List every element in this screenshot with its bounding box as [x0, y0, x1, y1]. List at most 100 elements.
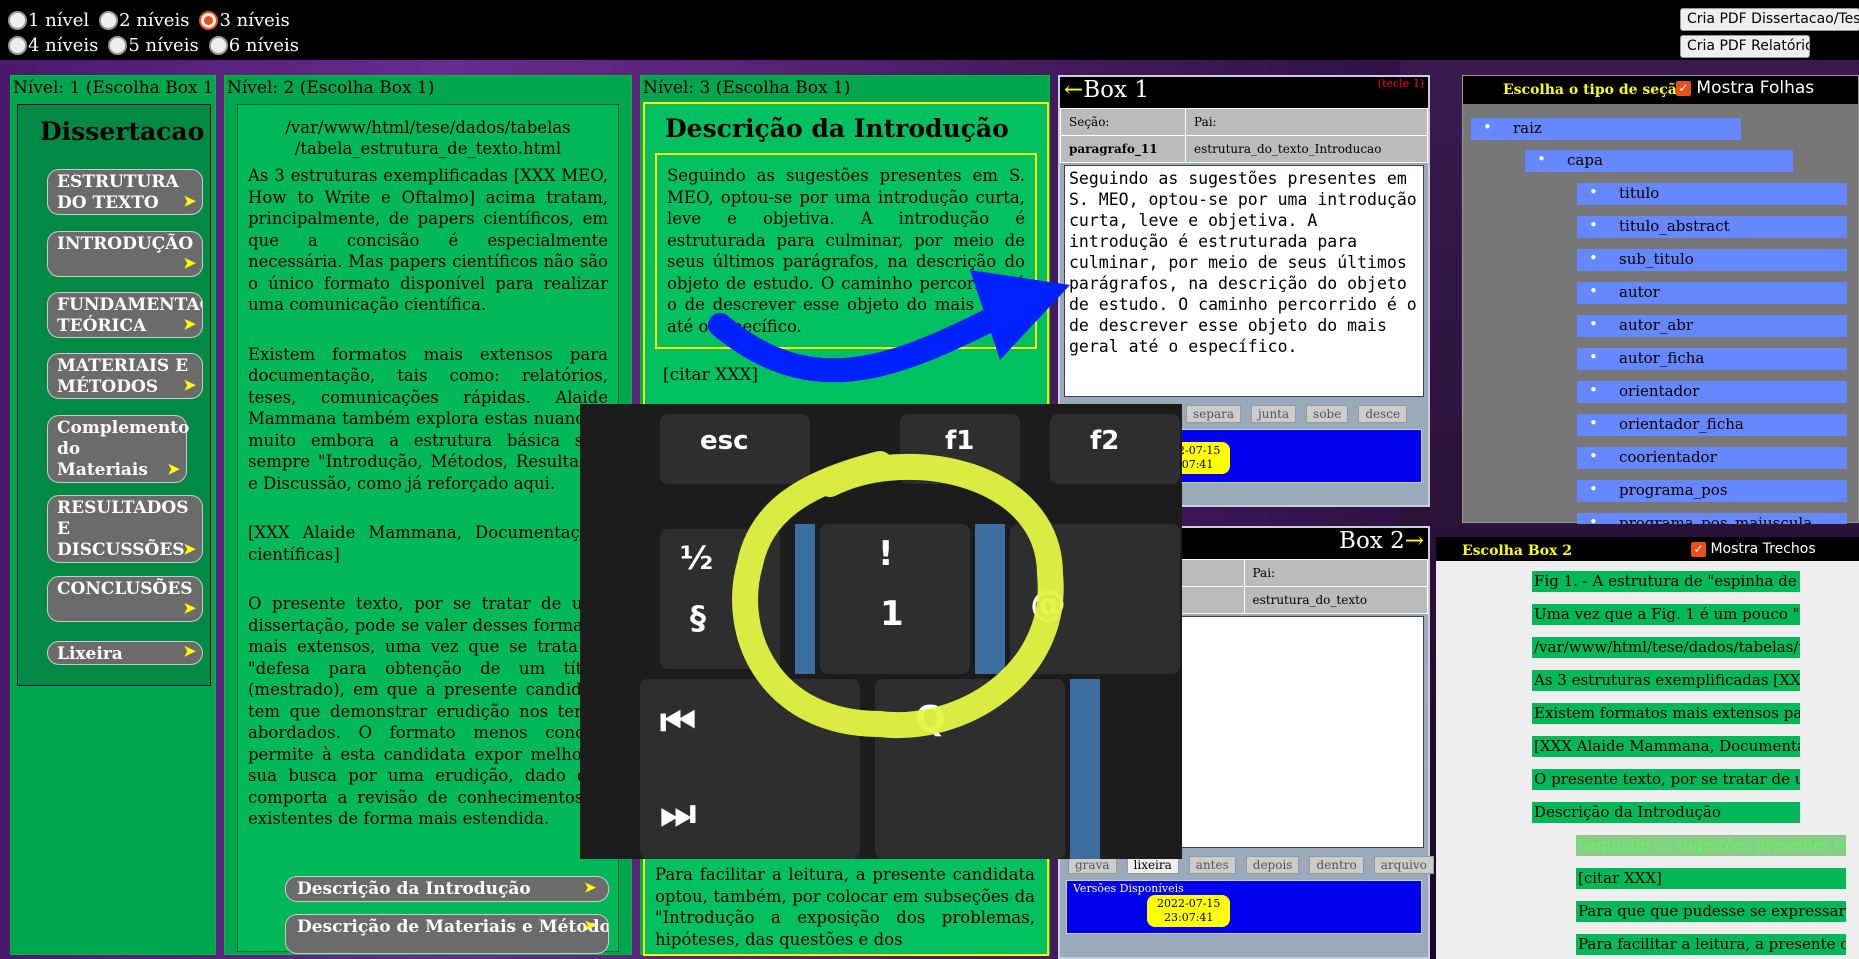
- tree-header: Escolha o tipo de seção: ✓ Mostra Folhas: [1463, 76, 1858, 104]
- paragraph[interactable]: Existem formatos mais extensos para docu…: [248, 344, 608, 495]
- create-pdf-report-button[interactable]: Cria PDF Relatório: [1680, 35, 1810, 58]
- sub-item-descricao-introducao[interactable]: Descrição da Introdução ➤: [285, 876, 609, 902]
- nav-complemento-materiais[interactable]: Complemento do Materiais ➤: [47, 415, 189, 483]
- arrow-right-icon: ➤: [584, 918, 596, 934]
- sub-item-descricao-materiais[interactable]: Descrição de Materiais e Métodos ➤: [285, 914, 609, 954]
- nav-resultados-discussoes[interactable]: RESULTADOS E DISCUSSÕES ➤: [47, 495, 203, 563]
- depois-button[interactable]: depois: [1245, 856, 1300, 874]
- create-pdf-thesis-button[interactable]: Cria PDF Dissertacao/Tese: [1680, 8, 1859, 31]
- list-item[interactable]: O presente texto, por se tratar de uma d…: [1532, 769, 1800, 790]
- nav-introducao[interactable]: INTRODUÇÃO ➤: [47, 231, 203, 277]
- nav-estrutura-do-texto[interactable]: ESTRUTURA DO TEXTO ➤: [47, 169, 203, 215]
- arrow-right-icon: ➤: [167, 460, 180, 478]
- tree-node[interactable]: orientador: [1577, 381, 1847, 403]
- tree-node[interactable]: autor_ficha: [1577, 348, 1847, 370]
- box-2-selector: Escolha Box 2 ✓ Mostra Trechos Fig 1. - …: [1436, 537, 1859, 959]
- highlight-circle-annotation: [732, 451, 1064, 739]
- keyboard-photo: esc f1 f2 ½ § ! 1 @ ⏮ ⏭ Q: [580, 404, 1182, 859]
- separa-button[interactable]: separa: [1186, 405, 1241, 423]
- paragraph[interactable]: [XXX Alaide Mammana, Documentações cient…: [248, 522, 608, 565]
- nav-materiais-e-metodos[interactable]: MATERIAIS E MÉTODOS ➤: [47, 353, 203, 399]
- list-item[interactable]: [XXX Alaide Mammana, Documentações: [1532, 736, 1800, 757]
- tree-node-capa[interactable]: capa: [1525, 150, 1793, 172]
- paragraph[interactable]: O presente texto, por se tratar de uma d…: [248, 593, 608, 830]
- level-2-panel[interactable]: /var/www/html/tese/dados/tabelas /tabela…: [237, 104, 619, 952]
- radio-level-4[interactable]: 4 níveis: [8, 35, 98, 56]
- level-3-header: Nível: 3 (Escolha Box 1): [641, 76, 1049, 98]
- list-item[interactable]: As 3 estruturas exemplificadas [XXX MEO: [1532, 670, 1800, 691]
- radio-level-1[interactable]: 1 nível: [8, 10, 89, 31]
- nav-lixeira[interactable]: Lixeira ➤: [47, 641, 203, 665]
- tree-node[interactable]: orientador_ficha: [1577, 414, 1847, 436]
- arrow-right-icon: →: [1404, 528, 1424, 554]
- shortcut-hint: (tecle 1): [1377, 77, 1424, 90]
- junta-button[interactable]: junta: [1251, 405, 1297, 423]
- nav-conclusoes[interactable]: CONCLUSÕES ➤: [47, 576, 203, 622]
- arrow-right-icon: ➤: [183, 192, 196, 210]
- list-item[interactable]: Existem formatos mais extensos para doc: [1532, 703, 1800, 724]
- radio-level-5[interactable]: 5 níveis: [108, 35, 199, 56]
- level-1-column: Nível: 1 (Escolha Box 1) Dissertacao EST…: [10, 75, 216, 955]
- list-item[interactable]: Descrição da Introdução: [1532, 802, 1800, 823]
- radio-dot[interactable]: [108, 36, 128, 55]
- drag-arrow-annotation: [708, 270, 1070, 383]
- antes-button[interactable]: antes: [1188, 856, 1236, 874]
- arrow-left-icon: ←: [1064, 77, 1084, 103]
- radio-dot[interactable]: [8, 11, 27, 30]
- box-1-meta-table: Seção: Pai: paragrafo_11 estrutura_do_text…: [1059, 108, 1428, 163]
- arrow-right-icon: ➤: [183, 376, 196, 394]
- checkbox-checked-icon[interactable]: ✓: [1676, 80, 1691, 96]
- paragraph[interactable]: Para facilitar a leitura, a presente can…: [645, 864, 1045, 950]
- version-chip[interactable]: 2022-07-15 23:07:41: [1147, 895, 1231, 927]
- list-item[interactable]: Para que que pudesse se expressar de: [1576, 901, 1846, 922]
- level-2-header: Nível: 2 (Escolha Box 1): [225, 76, 631, 98]
- table-path: /var/www/html/tese/dados/tabelas /tabela…: [285, 118, 571, 158]
- tree-node[interactable]: titulo_abstract: [1577, 216, 1847, 238]
- box-2-selector-header: Escolha Box 2 ✓ Mostra Trechos: [1436, 537, 1859, 561]
- list-item-selected[interactable]: Seguindo as sugestões presentes em S. ME…: [1576, 835, 1846, 856]
- tree-node[interactable]: autor_abr: [1577, 315, 1847, 337]
- level-selector: 1 nível 2 níveis 3 níveis 4 níveis 5 nív…: [8, 8, 305, 58]
- section-title: Descrição da Introdução: [665, 114, 1009, 143]
- show-excerpts-toggle[interactable]: ✓ Mostra Trechos: [1691, 541, 1816, 557]
- arrow-right-icon: ➤: [183, 599, 196, 617]
- list-item[interactable]: [citar XXX]: [1576, 868, 1846, 889]
- radio-dot-selected[interactable]: [199, 11, 219, 30]
- arquivo-button[interactable]: arquivo: [1373, 856, 1434, 874]
- versions-label: Versões Disponíveis: [1073, 882, 1184, 895]
- tree-node[interactable]: autor: [1577, 282, 1847, 304]
- dentro-button[interactable]: dentro: [1309, 856, 1364, 874]
- sobe-button[interactable]: sobe: [1306, 405, 1349, 423]
- nav-fundamentacao-teorica[interactable]: FUNDAMENTAÇÃO TEÓRICA➤: [47, 292, 203, 338]
- show-leaves-toggle[interactable]: ✓ Mostra Folhas: [1676, 78, 1814, 98]
- arrow-right-icon: ➤: [584, 880, 596, 896]
- list-item[interactable]: Para facilitar a leitura, a presente can…: [1576, 934, 1846, 955]
- box-2-versions: Versões Disponíveis 2022-07-15 23:07:41: [1066, 880, 1422, 934]
- radio-dot[interactable]: [99, 11, 119, 30]
- tree-node[interactable]: coorientador: [1577, 447, 1847, 469]
- box-1-header: ←Box 1 (tecle 1): [1060, 77, 1428, 108]
- secao-label: Seção:: [1059, 108, 1187, 136]
- tree-node[interactable]: sub_titulo: [1577, 249, 1847, 271]
- tree-node-raiz[interactable]: raiz: [1471, 118, 1741, 140]
- arrow-right-icon: ➤: [183, 254, 196, 272]
- radio-level-2[interactable]: 2 níveis: [99, 10, 189, 31]
- tree-node[interactable]: programa_pos_maiuscula: [1577, 513, 1847, 524]
- tree-node[interactable]: programa_pos: [1577, 480, 1847, 502]
- section-type-tree: Escolha o tipo de seção: ✓ Mostra Folhas…: [1462, 75, 1859, 524]
- tree-node[interactable]: titulo: [1577, 183, 1847, 205]
- radio-dot[interactable]: [208, 36, 228, 55]
- radio-dot[interactable]: [8, 36, 27, 55]
- list-item[interactable]: Uma vez que a Fig. 1 é um pouco "confusa: [1532, 604, 1800, 625]
- level-1-header: Nível: 1 (Escolha Box 1): [11, 76, 215, 98]
- radio-level-3[interactable]: 3 níveis: [199, 10, 290, 31]
- list-item[interactable]: Fig 1. - A estrutura de "espinha de peix…: [1532, 571, 1800, 592]
- arrow-right-icon: ➤: [183, 642, 196, 660]
- paragraph[interactable]: As 3 estruturas exemplificadas [XXX MEO,…: [248, 165, 608, 316]
- list-item[interactable]: /var/www/html/tese/dados/tabelas/tabela: [1532, 637, 1800, 658]
- radio-level-6[interactable]: 6 níveis: [208, 35, 299, 56]
- checkbox-checked-icon[interactable]: ✓: [1691, 541, 1706, 557]
- secao-value: paragrafo_11: [1059, 135, 1187, 163]
- desce-button[interactable]: desce: [1358, 405, 1408, 423]
- pai-value: estrutura_do_texto: [1243, 586, 1428, 614]
